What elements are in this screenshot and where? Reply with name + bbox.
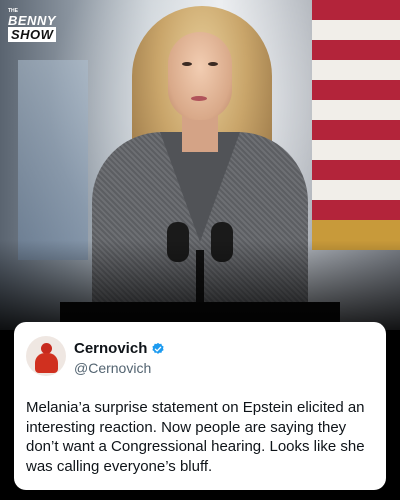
logo-line2: SHOW <box>8 27 57 42</box>
speaker-face <box>168 32 232 120</box>
avatar[interactable] <box>26 336 66 376</box>
speaker-eye-left <box>182 62 192 66</box>
american-flag <box>312 0 400 250</box>
press-photo <box>0 0 400 330</box>
tweet-text: Melania’a surprise statement on Epstein … <box>26 399 365 475</box>
photo-shadow <box>0 240 400 330</box>
post-image: THE BENNY SHOW Cernovich @Cernovich Mela… <box>0 0 400 500</box>
author-row: Cernovich <box>74 340 165 357</box>
avatar-figure-body <box>35 353 58 373</box>
author-display-name[interactable]: Cernovich <box>74 340 147 357</box>
speaker-eye-right <box>208 62 218 66</box>
background-window <box>18 60 88 260</box>
verified-badge-icon <box>152 342 164 354</box>
benny-show-logo: THE BENNY SHOW <box>8 8 74 44</box>
tweet-card[interactable]: Cernovich @Cernovich Melania’a surprise … <box>14 322 386 490</box>
logo-line1: BENNY <box>8 13 57 28</box>
speaker-mouth <box>191 96 207 101</box>
author-handle[interactable]: @Cernovich <box>74 360 151 376</box>
